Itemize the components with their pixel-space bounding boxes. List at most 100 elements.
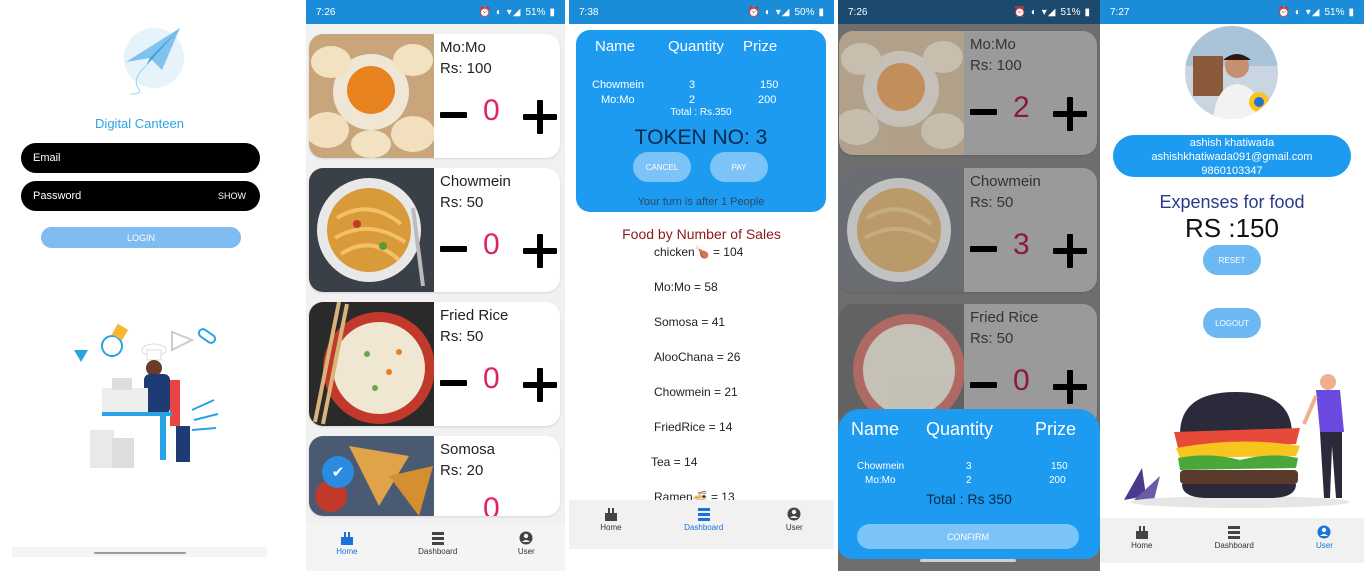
login-button[interactable]: LOGIN [41, 227, 241, 248]
nav-dashboard-label: Dashboard [1214, 541, 1254, 550]
quantity-value: 0 [1013, 364, 1030, 397]
nav-dashboard-label: Dashboard [418, 547, 458, 556]
chef-illustration [74, 323, 219, 468]
battery-level: 51% [1060, 6, 1081, 18]
sales-item: Tea = 14 [651, 455, 698, 469]
user-info-card: ashish khatiwada ashishkhatiwada091@gmai… [1113, 135, 1351, 177]
order-row-name: Chowmein [857, 461, 905, 472]
momo-photo [839, 31, 964, 155]
password-field[interactable]: Password SHOW [21, 181, 260, 211]
nav-user-label: User [517, 547, 535, 556]
expenses-title: Expenses for food [1159, 192, 1305, 212]
status-bar: 7:27 ⏰ ◐ ▾◢ 51% ▮ [1100, 0, 1364, 24]
confirm-order-screen: 7:26 ⏰ ◐ ▾◢ 51% ▮ Mo:Mo Rs: 100 2 Chowmein… [838, 0, 1100, 571]
dashboard-icon [431, 532, 444, 545]
food-name: Mo:Mo [440, 39, 486, 56]
battery-level: 51% [1324, 6, 1345, 18]
status-icons: ⏰ ◐ ▾◢ [1013, 6, 1057, 18]
bottom-navigation: Home Dashboard User [306, 524, 565, 571]
confirm-button[interactable]: CONFIRM [857, 524, 1079, 549]
order-row-qty: 2 [966, 475, 972, 486]
increase-button[interactable] [1053, 370, 1087, 404]
order-summary-panel: Name Quantity Prize Chowmein 3 150 Mo:Mo… [576, 30, 826, 212]
menu-screen: 7:26 ⏰ ◐ ▾◢ 51% ▮ Mo:Mo Rs: 100 0 Chowme… [306, 0, 565, 571]
order-row-name: Mo:Mo [601, 94, 635, 106]
food-price: Rs: 100 [440, 60, 492, 77]
decrease-button[interactable] [970, 246, 997, 252]
order-row-qty: 3 [689, 79, 696, 91]
decrease-button[interactable] [970, 109, 997, 115]
password-placeholder: Password [33, 190, 82, 202]
food-price: Rs: 50 [970, 330, 1014, 347]
quantity-value: 0 [483, 362, 500, 395]
home-indicator[interactable] [920, 559, 1016, 562]
status-icons: ⏰ ◐ ▾◢ [747, 6, 791, 18]
food-name: Mo:Mo [970, 36, 1016, 53]
nav-user-label: User [1315, 541, 1333, 550]
increase-button[interactable] [523, 234, 557, 268]
increase-button[interactable] [1053, 234, 1087, 268]
quantity-value: 3 [1013, 228, 1030, 261]
nav-home-label: Home [336, 547, 358, 556]
nav-home[interactable]: Home [336, 531, 358, 556]
home-indicator[interactable] [94, 552, 186, 554]
menu-card-somosa: ✔ Somosa Rs: 20 0 [309, 436, 560, 516]
order-row-price: 200 [758, 94, 777, 106]
menu-card-momo: Mo:Mo Rs: 100 0 [309, 34, 560, 158]
order-row-name: Mo:Mo [865, 475, 896, 486]
status-time: 7:26 [316, 6, 336, 18]
status-icons: ⏰ ◐ ▾◢ [1277, 6, 1321, 18]
increase-button[interactable] [523, 368, 557, 402]
checkmark-icon[interactable]: ✔ [322, 456, 354, 488]
battery-level: 51% [525, 6, 546, 18]
dashboard-icon [697, 508, 710, 521]
food-price: Rs: 100 [970, 57, 1022, 74]
home-food-icon [1135, 526, 1148, 539]
token-number: TOKEN NO: 3 [634, 126, 768, 149]
increase-button[interactable] [1053, 97, 1087, 131]
quantity-value: 0 [483, 492, 500, 516]
increase-button[interactable] [523, 100, 557, 134]
status-bar: 7:26 ⏰ ◐ ▾◢ 51% ▮ [838, 0, 1100, 24]
decrease-button[interactable] [440, 112, 467, 118]
decrease-button[interactable] [440, 246, 467, 252]
decrease-button[interactable] [970, 382, 997, 388]
nav-user[interactable]: User [786, 507, 803, 532]
column-price: Prize [743, 38, 778, 55]
food-price: Rs: 50 [440, 194, 484, 211]
quantity-value: 0 [483, 228, 500, 261]
logout-button[interactable]: LOGOUT [1203, 308, 1261, 338]
user-screen: 7:27 ⏰ ◐ ▾◢ 51% ▮ ashish khatiwada ashishk… [1100, 0, 1364, 571]
order-row-price: 150 [760, 79, 779, 91]
food-price: Rs: 50 [440, 328, 484, 345]
order-row-qty: 2 [689, 94, 696, 106]
status-time: 7:38 [579, 6, 599, 18]
nav-home[interactable]: Home [1131, 525, 1152, 550]
nav-user[interactable]: User [1316, 525, 1333, 550]
column-quantity: Quantity [926, 419, 994, 439]
nav-user[interactable]: User [518, 531, 535, 556]
quantity-value: 0 [483, 94, 500, 127]
nav-dashboard[interactable]: Dashboard [684, 507, 723, 532]
nav-dashboard[interactable]: Dashboard [418, 531, 457, 556]
column-price: Prize [1035, 419, 1077, 439]
bottom-navigation: Home Dashboard User [569, 500, 834, 549]
email-field[interactable]: Email [21, 143, 260, 173]
reset-button[interactable]: RESET [1203, 245, 1261, 275]
nav-home-label: Home [600, 523, 622, 532]
food-name: Somosa [440, 441, 496, 458]
user-name: ashish khatiwada [1189, 137, 1275, 149]
system-navigation-bar [569, 549, 834, 571]
chowmein-photo [839, 168, 964, 292]
dashboard-icon [1228, 526, 1241, 539]
decrease-button[interactable] [440, 380, 467, 386]
queue-status: Your turn is after 1 People [637, 196, 765, 208]
nav-dashboard[interactable]: Dashboard [1215, 525, 1254, 550]
confirm-order-sheet: Name Quantity Prize Chowmein 3 150 Mo:Mo… [838, 409, 1100, 559]
pay-button[interactable]: PAY [710, 152, 768, 182]
show-password-toggle[interactable]: SHOW [218, 191, 246, 201]
sales-item: FriedRice = 14 [654, 420, 733, 434]
nav-home[interactable]: Home [600, 507, 622, 532]
sales-item: Somosa = 41 [654, 315, 726, 329]
cancel-button[interactable]: CANCEL [633, 152, 691, 182]
